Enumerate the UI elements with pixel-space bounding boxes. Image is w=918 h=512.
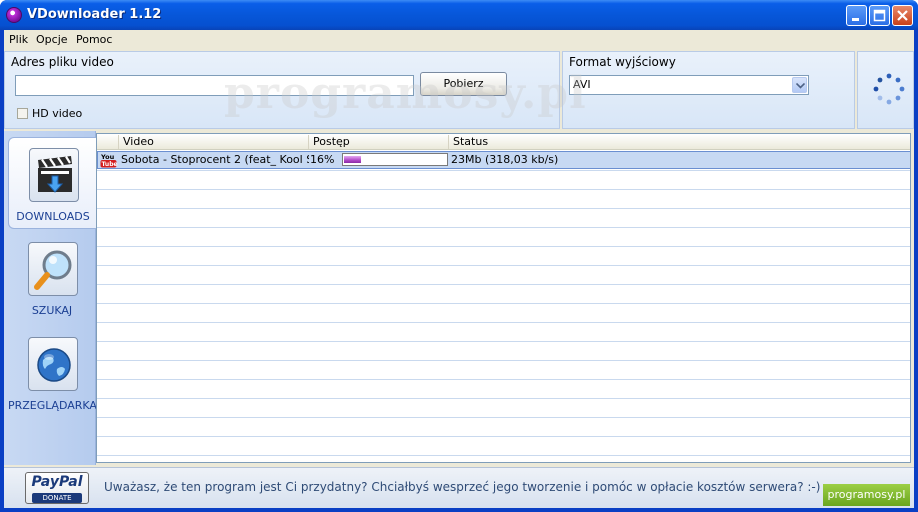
client-area: Plik Opcje Pomoc Adres pliku video Pobie… (4, 30, 914, 508)
format-select[interactable]: AVI (569, 75, 809, 95)
app-window: VDownloader 1.12 Plik Opcje Pomoc Adres … (0, 0, 918, 512)
row-progress-text: 16% (310, 153, 335, 166)
row-gridline (97, 303, 910, 304)
row-video-title: Sobota - Stoprocent 2 (feat_ Kool Savas (121, 153, 309, 166)
hd-video-checkbox[interactable] (17, 108, 28, 119)
menu-opcje[interactable]: Opcje (36, 33, 68, 46)
minimize-button[interactable] (846, 5, 867, 26)
maximize-icon (873, 9, 886, 22)
downloads-list[interactable]: Video Postęp Status You Tube Sobota - St… (96, 133, 911, 463)
sidebar-label-przegladarka: PRZEGLĄDARKA (8, 399, 97, 412)
donate-label: DONATE (32, 493, 82, 503)
sidebar-item-downloads[interactable]: DOWNLOADS (8, 137, 96, 229)
row-gridline (97, 360, 910, 361)
magnifier-icon (28, 242, 78, 296)
sidebar-label-szukaj: SZUKAJ (31, 304, 73, 317)
footer: PayPal DONATE Uważasz, że ten program je… (4, 467, 914, 508)
table-row[interactable]: You Tube Sobota - Stoprocent 2 (feat_ Ko… (97, 151, 910, 169)
menu-plik[interactable]: Plik (9, 33, 28, 46)
clapperboard-download-icon (29, 148, 79, 202)
row-gridline (97, 227, 910, 228)
row-gridline (97, 379, 910, 380)
row-gridline (97, 455, 910, 456)
svg-text:Tube: Tube (102, 161, 118, 168)
address-panel: Adres pliku video Pobierz HD video (4, 51, 560, 129)
column-icon[interactable] (97, 135, 119, 149)
support-message: Uważasz, że ten program jest Ci przydatn… (104, 480, 821, 494)
address-label: Adres pliku video (11, 55, 114, 69)
row-gridline (97, 398, 910, 399)
programosy-badge[interactable]: programosy.pl (823, 484, 910, 506)
sidebar-item-przegladarka[interactable]: PRZEGLĄDARKA (8, 327, 97, 419)
sidebar-item-szukaj[interactable]: SZUKAJ (8, 232, 96, 324)
globe-icon (28, 337, 78, 391)
format-panel: Format wyjściowy AVI (562, 51, 855, 129)
svg-text:You: You (100, 153, 115, 161)
loading-spinner-icon (873, 73, 905, 105)
hd-video-label: HD video (32, 107, 83, 120)
sidebar-label-downloads: DOWNLOADS (16, 210, 90, 223)
row-gridline (97, 170, 910, 171)
row-gridline (97, 322, 910, 323)
title-bar[interactable]: VDownloader 1.12 (0, 0, 918, 30)
column-progress[interactable]: Postęp (309, 135, 449, 149)
window-title: VDownloader 1.12 (27, 7, 162, 22)
chevron-down-icon (796, 83, 805, 89)
row-gridline (97, 417, 910, 418)
menu-bar: Plik Opcje Pomoc (4, 30, 914, 49)
progress-bar-fill (344, 156, 361, 163)
dropdown-arrow-button[interactable] (792, 77, 807, 93)
youtube-icon: You Tube (100, 153, 118, 168)
app-logo-icon (6, 7, 22, 23)
minimize-icon (852, 18, 859, 21)
format-selected-value: AVI (573, 78, 591, 91)
row-gridline (97, 265, 910, 266)
column-status[interactable]: Status (449, 135, 910, 149)
close-icon (897, 10, 908, 21)
paypal-donate-button[interactable]: PayPal DONATE (25, 472, 89, 504)
row-gridline (97, 284, 910, 285)
format-label: Format wyjściowy (569, 55, 676, 69)
progress-bar (342, 153, 448, 166)
row-status: 23Mb (318,03 kb/s) (451, 153, 559, 166)
menu-pomoc[interactable]: Pomoc (76, 33, 112, 46)
sidebar: DOWNLOADS SZUKAJ PRZEGLĄDARKA (4, 131, 97, 465)
activity-panel (857, 51, 914, 129)
paypal-logo: PayPal (31, 474, 83, 490)
column-video[interactable]: Video (119, 135, 309, 149)
download-button[interactable]: Pobierz (420, 72, 507, 96)
row-gridline (97, 208, 910, 209)
row-gridline (97, 436, 910, 437)
list-header: Video Postęp Status (97, 134, 910, 150)
row-gridline (97, 189, 910, 190)
maximize-button[interactable] (869, 5, 890, 26)
url-input[interactable] (15, 75, 414, 96)
row-gridline (97, 341, 910, 342)
row-gridline (97, 246, 910, 247)
close-button[interactable] (892, 5, 913, 26)
